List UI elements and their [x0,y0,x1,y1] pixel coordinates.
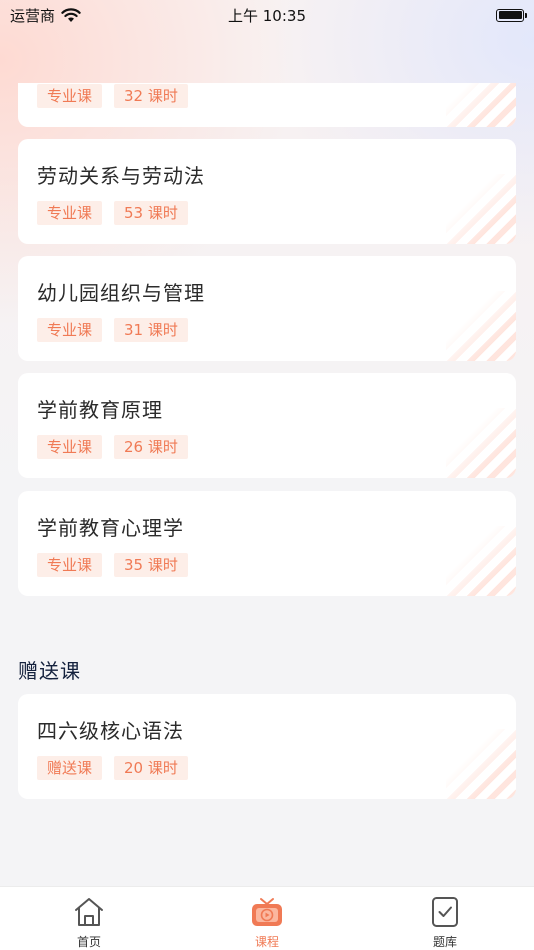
course-title: 学前教育原理 [37,398,163,422]
course-hours-tag: 20 课时 [114,756,188,780]
course-card[interactable]: 幼儿园组织与管理 专业课 31 课时 [18,256,516,361]
course-tags: 专业课 26 课时 [37,435,188,459]
course-title: 劳动关系与劳动法 [37,164,205,188]
course-type-tag: 专业课 [37,553,103,577]
battery-icon [496,8,527,22]
course-hours-tag: 35 课时 [114,553,188,577]
bottom-tab-bar: 首页 课程 题库 [0,886,534,950]
course-type-tag: 赠送课 [37,756,103,780]
course-tags: 专业课 35 课时 [37,553,188,577]
course-title: 学前教育心理学 [37,516,184,540]
card-stripe-decoration [446,729,516,799]
status-left: 运营商 [10,5,81,26]
card-stripe-decoration [446,526,516,596]
course-tags: 赠送课 20 课时 [37,756,188,780]
tab-question-bank[interactable]: 题库 [356,887,534,950]
course-title: 四六级核心语法 [37,719,184,743]
question-bank-icon [432,897,458,927]
tab-home[interactable]: 首页 [0,887,178,950]
course-type-tag: 专业课 [37,84,103,108]
course-type-tag: 专业课 [37,318,103,342]
course-tags: 专业课 32 课时 [37,84,188,108]
card-stripe-decoration [446,408,516,478]
course-card[interactable]: 学前教育原理 专业课 26 课时 [18,373,516,478]
course-tags: 专业课 53 课时 [37,201,188,225]
course-card[interactable]: 劳动关系与劳动法 专业课 53 课时 [18,139,516,244]
course-type-tag: 专业课 [37,201,103,225]
course-hours-tag: 31 课时 [114,318,188,342]
course-list-scroll[interactable]: 专业课 32 课时 劳动关系与劳动法 专业课 53 课时 幼儿园组织与管理 专业… [0,0,534,886]
tab-label: 课程 [254,935,279,949]
home-icon [75,898,103,926]
card-stripe-decoration [446,291,516,361]
tab-label: 题库 [432,935,457,949]
gift-course-card[interactable]: 四六级核心语法 赠送课 20 课时 [18,694,516,799]
tab-courses[interactable]: 课程 [178,887,356,950]
wifi-icon [61,7,81,22]
card-stripe-decoration [446,174,516,244]
carrier-label: 运营商 [10,6,56,25]
gift-section-title: 赠送课 [18,659,81,683]
course-hours-tag: 53 课时 [114,201,188,225]
course-card[interactable]: 学前教育心理学 专业课 35 课时 [18,491,516,596]
course-type-tag: 专业课 [37,435,103,459]
status-bar: 运营商 上午 10:35 [0,0,534,30]
course-hours-tag: 32 课时 [114,84,188,108]
course-hours-tag: 26 课时 [114,435,188,459]
tab-label: 首页 [76,935,101,949]
course-title: 幼儿园组织与管理 [37,281,205,305]
course-tags: 专业课 31 课时 [37,318,188,342]
course-tv-icon [252,898,282,926]
